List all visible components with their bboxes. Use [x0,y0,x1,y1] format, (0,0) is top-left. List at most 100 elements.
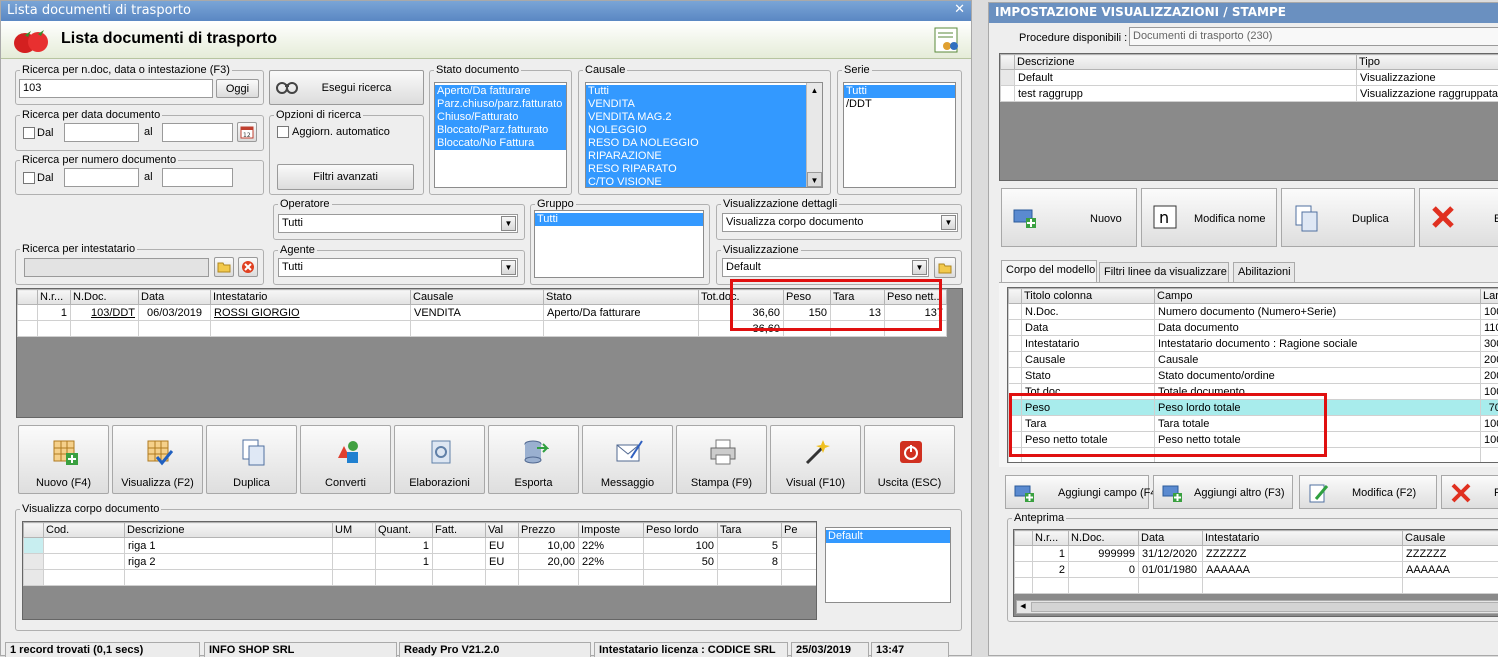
table-row[interactable]: DefaultVisualizzazione [1001,70,1498,86]
column-header[interactable]: UM [333,523,376,538]
list-item[interactable]: Chiuso/Fatturato [435,111,566,124]
row-indicator[interactable] [1009,352,1022,368]
body-grid[interactable]: Cod.DescrizioneUMQuant.Fatt.ValPrezzoImp… [22,521,817,620]
list-item[interactable]: VENDITA [586,98,822,111]
column-header[interactable]: Cod. [44,523,125,538]
chevron-down-icon[interactable]: ▼ [941,215,956,230]
r-button[interactable]: R [1441,475,1498,509]
column-header[interactable]: Pe [782,523,818,538]
view-folder-button[interactable] [934,257,956,278]
row-indicator[interactable] [1009,304,1022,320]
horizontal-scrollbar[interactable]: ◀ [1016,600,1498,614]
list-item[interactable]: VENDITA MAG.2 [586,111,822,124]
stampa-f9-button[interactable]: Stampa (F9) [676,425,767,494]
run-search-button[interactable]: Esegui ricerca [269,70,424,105]
view-select[interactable]: Default ▼ [722,258,929,277]
date-from-input[interactable] [64,123,139,142]
scroll-thumb[interactable] [1031,602,1498,612]
column-header[interactable]: Causale [411,290,544,305]
list-item[interactable]: C/TO VISIONE [586,176,822,188]
list-item[interactable]: Bloccato/No Fattura [435,137,566,150]
column-header[interactable]: Quant. [376,523,433,538]
close-icon[interactable]: ✕ [954,2,965,17]
list-item[interactable]: RESO DA NOLEGGIO [586,137,822,150]
table-row[interactable]: test raggruppVisualizzazione raggruppata [1001,86,1498,102]
date-to-input[interactable] [162,123,233,142]
modifica-f2-button[interactable]: Modifica (F2) [1299,475,1437,509]
column-header[interactable]: Data [1139,531,1203,546]
causale-list[interactable]: TuttiVENDITAVENDITA MAG.2NOLEGGIORESO DA… [585,82,823,188]
messaggio-button[interactable]: Messaggio [582,425,673,494]
list-item[interactable]: /DDT [844,98,955,111]
holder-browse-button[interactable] [214,257,234,277]
chevron-down-icon[interactable]: ▼ [912,260,927,275]
list-item[interactable]: Default [826,530,950,543]
column-header[interactable] [24,523,44,538]
auto-update-checkbox[interactable] [277,126,289,138]
row-indicator[interactable] [1009,336,1022,352]
views-grid[interactable]: DescrizioneTipoDefaultVisualizzazionetes… [999,53,1498,181]
row-indicator[interactable] [1009,320,1022,336]
chevron-down-icon[interactable]: ▼ [501,260,516,275]
list-item[interactable]: Aperto/Da fatturare [435,85,566,98]
column-header[interactable]: Val [486,523,519,538]
table-row[interactable] [24,570,818,586]
procedures-field[interactable]: Documenti di trasporto (230) [1129,27,1498,46]
table-row[interactable]: N.Doc.Numero documento (Numero+Serie)100… [1009,304,1498,320]
preview-grid[interactable]: N.r...N.Doc.DataIntestatarioCausale19999… [1013,529,1498,617]
column-header[interactable]: Descrizione [125,523,333,538]
list-item[interactable]: Tutti [535,213,703,226]
detail-view-select[interactable]: Visualizza corpo documento ▼ [722,213,958,232]
causale-scrollbar[interactable]: ▲ ▼ [806,83,822,187]
column-header[interactable]: Imposte [579,523,644,538]
column-header[interactable]: Tipo [1357,55,1498,70]
operatore-select[interactable]: Tutti ▼ [278,214,518,233]
gruppo-list[interactable]: Tutti [534,210,704,278]
tab-abilitazioni[interactable]: Abilitazioni [1233,262,1295,282]
uscita-esc-button[interactable]: Uscita (ESC) [864,425,955,494]
agente-select[interactable]: Tutti ▼ [278,258,518,277]
tab-corpo-del-modello[interactable]: Corpo del modello [1001,260,1097,283]
table-row[interactable]: StatoStato documento/ordine2000 [1009,368,1498,384]
table-row[interactable]: 2001/01/1980AAAAAAAAAAAA [1015,562,1498,578]
list-item[interactable]: NOLEGGIO [586,124,822,137]
scroll-left-icon[interactable]: ◀ [1017,601,1029,613]
calendar-button[interactable]: 12 [237,122,257,142]
column-header[interactable]: Intestatario [211,290,411,305]
column-header[interactable]: Larg. [1481,289,1498,304]
doc-state-list[interactable]: Aperto/Da fatturareParz.chiuso/parz.fatt… [434,82,567,188]
nuovo-view-button[interactable]: Nuovo [1001,188,1137,247]
tab-filtri-linee-da-visualizzare[interactable]: Filtri linee da visualizzare [1099,262,1229,282]
column-header[interactable]: Stato [544,290,699,305]
row-indicator[interactable] [1009,368,1022,384]
right-window-titlebar[interactable]: IMPOSTAZIONE VISUALIZZAZIONI / STAMPE [989,3,1498,23]
row-indicator[interactable] [1015,562,1033,578]
list-item[interactable]: Tutti [844,85,955,98]
aggiungi-campo-f4-button[interactable]: Aggiungi campo (F4) [1005,475,1149,509]
today-button[interactable]: Oggi [216,79,259,98]
column-header[interactable]: Titolo colonna [1022,289,1155,304]
table-row[interactable]: CausaleCausale2000 [1009,352,1498,368]
visual-f10-button[interactable]: Visual (F10) [770,425,861,494]
holder-input[interactable] [24,258,209,277]
number-to-input[interactable] [162,168,233,187]
aggiungi-altro-f3-button[interactable]: Aggiungi altro (F3) [1153,475,1293,509]
date-from-checkbox[interactable] [23,127,35,139]
scroll-down-icon[interactable]: ▼ [807,172,822,187]
esporta-button[interactable]: Esporta [488,425,579,494]
number-from-input[interactable] [64,168,139,187]
list-item[interactable]: Bloccato/Parz.fatturato [435,124,566,137]
duplica-button[interactable]: Duplica [206,425,297,494]
search-input[interactable]: 103 [19,79,213,98]
serie-list[interactable]: Tutti/DDT [843,82,956,188]
column-header[interactable]: Fatt. [433,523,486,538]
row-indicator[interactable] [18,305,38,321]
list-item[interactable]: RESO RIPARATO [586,163,822,176]
table-row[interactable]: 199999931/12/2020ZZZZZZZZZZZZ [1015,546,1498,562]
table-row[interactable]: IntestatarioIntestatario documento : Rag… [1009,336,1498,352]
number-from-checkbox[interactable] [23,172,35,184]
converti-button[interactable]: Converti [300,425,391,494]
body-view-list[interactable]: Default [825,527,951,603]
chevron-down-icon[interactable]: ▼ [501,216,516,231]
column-header[interactable]: Peso lordo [644,523,718,538]
